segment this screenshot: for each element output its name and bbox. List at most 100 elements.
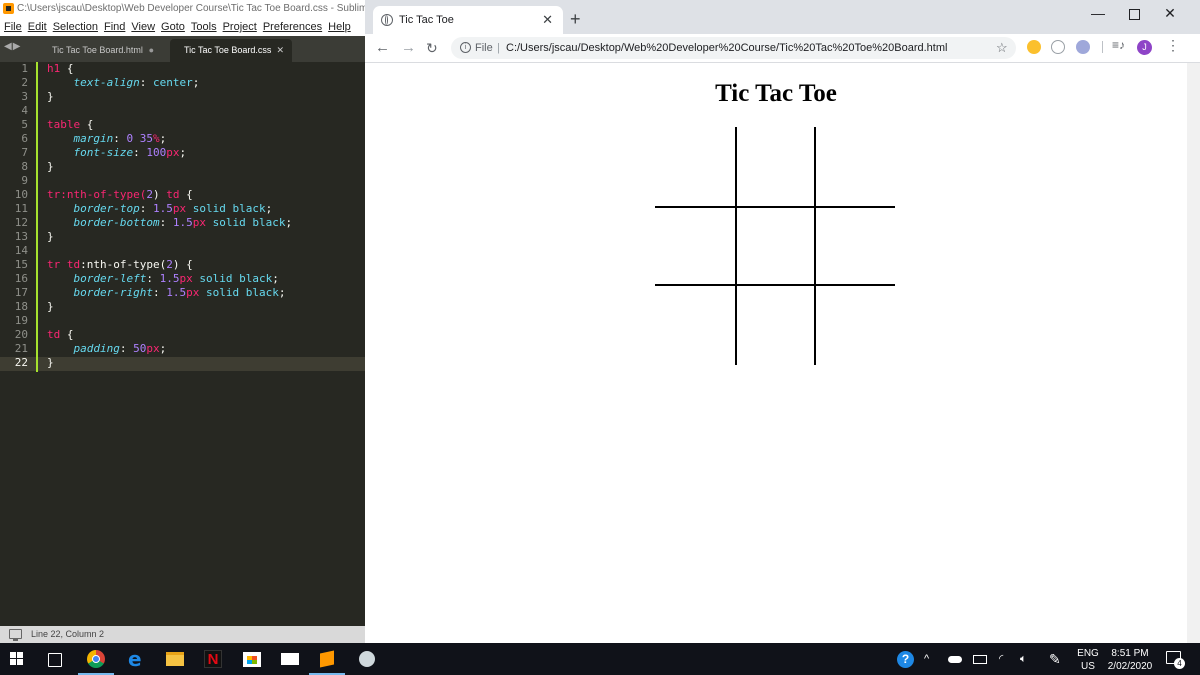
code-line: border-bottom: 1.5px solid black;: [47, 216, 293, 230]
help-icon[interactable]: ?: [897, 651, 914, 668]
code-punct: {: [60, 328, 74, 341]
code-punct: }: [47, 300, 54, 313]
line-number: 4: [21, 104, 28, 117]
menu-view[interactable]: View: [128, 18, 158, 36]
cursor-position: Line 22, Column 2: [31, 629, 105, 639]
menu-project[interactable]: Project: [220, 18, 260, 36]
unsaved-dot-icon[interactable]: ●: [149, 39, 154, 62]
microsoft-store-icon[interactable]: [243, 652, 261, 667]
tab-close-icon[interactable]: ✕: [276, 39, 284, 62]
toolbar-divider: [1102, 41, 1103, 53]
code-punct: ): [152, 188, 167, 201]
forward-arrow-icon[interactable]: →: [401, 34, 416, 62]
netflix-icon[interactable]: N: [204, 650, 222, 668]
address-bar[interactable]: i File | C:/Users/jscau/Desktop/Web%20De…: [451, 37, 1016, 59]
menu-preferences[interactable]: Preferences: [260, 18, 325, 36]
close-window-button[interactable]: ✕: [1152, 0, 1188, 26]
language-indicator[interactable]: ENG US: [1074, 647, 1102, 673]
line-number: 16: [14, 272, 28, 285]
tab-nav-arrows-icon[interactable]: ◀▶: [4, 41, 21, 52]
menu-find[interactable]: Find: [101, 18, 128, 36]
minimize-button[interactable]: —: [1080, 0, 1116, 26]
media-control-icon[interactable]: ≡♪: [1112, 38, 1125, 52]
line-number-gutter: 1 2 3 4 5 6 7 8 9 10 11 12 13 14 15 16 1…: [0, 62, 38, 622]
system-clock[interactable]: 8:51 PM 2/02/2020: [1103, 647, 1157, 673]
line-number: 15: [14, 258, 28, 271]
board-line-horizontal-top: [655, 206, 895, 208]
code-punct: ;: [179, 146, 187, 159]
chrome-menu-icon[interactable]: ⋮: [1166, 37, 1180, 54]
maximize-button[interactable]: [1116, 0, 1152, 26]
browser-tab[interactable]: Tic Tac Toe ✕: [373, 6, 563, 34]
css-number: 50: [133, 342, 147, 355]
sublime-taskbar-icon[interactable]: [320, 650, 334, 668]
start-tile: [10, 652, 16, 658]
css-selector: tr td: [47, 258, 81, 271]
css-unit: px: [192, 216, 206, 229]
task-view-icon[interactable]: [48, 653, 62, 667]
wifi-icon[interactable]: ◜: [999, 652, 1003, 666]
mail-icon[interactable]: [281, 653, 299, 665]
css-selector: table: [47, 118, 81, 131]
extension-search-icon[interactable]: [1027, 40, 1041, 54]
tray-chevron-up-icon[interactable]: ^: [924, 652, 929, 666]
address-url: C:/Users/jscau/Desktop/Web%20Developer%2…: [506, 42, 948, 54]
info-icon[interactable]: i: [460, 42, 471, 53]
address-separator: |: [497, 42, 500, 54]
line-number: 13: [14, 230, 28, 243]
volume-icon[interactable]: 🔈︎: [1020, 652, 1027, 666]
windows-start-icon[interactable]: [10, 652, 24, 666]
close-tab-icon[interactable]: ✕: [542, 6, 553, 34]
new-tab-button[interactable]: +: [570, 7, 581, 31]
pen-workspace-icon[interactable]: ✎: [1049, 652, 1061, 666]
extension-avatar-icon[interactable]: [1076, 40, 1090, 54]
chrome-tab-strip: Tic Tac Toe ✕ + — ✕: [365, 0, 1200, 34]
board-line-vertical-left: [735, 127, 737, 365]
code-punct: :: [159, 216, 173, 229]
code-punct: {: [179, 188, 193, 201]
sublime-tab-bar: ◀▶ Tic Tac Toe Board.html ● Tic Tac Toe …: [0, 36, 365, 62]
profile-avatar[interactable]: J: [1137, 40, 1152, 55]
chrome-window: Tic Tac Toe ✕ + — ✕ ← → ↻ i File | C:/Us…: [365, 0, 1200, 643]
css-property: border-left: [73, 272, 147, 285]
bookmark-star-icon[interactable]: ☆: [996, 37, 1008, 59]
line-number: 17: [14, 286, 28, 299]
menu-edit[interactable]: Edit: [25, 18, 50, 36]
onedrive-cloud-icon[interactable]: [948, 656, 962, 663]
tab-css-file[interactable]: Tic Tac Toe Board.css ✕: [170, 39, 292, 62]
chrome-taskbar-icon[interactable]: [87, 650, 105, 668]
line-number: 7: [21, 146, 28, 159]
menu-file[interactable]: File: [0, 18, 25, 36]
edge-taskbar-icon[interactable]: e: [128, 649, 146, 669]
menu-tools[interactable]: Tools: [188, 18, 220, 36]
css-property: text-align: [73, 76, 140, 89]
back-arrow-icon[interactable]: ←: [375, 34, 390, 62]
code-punct: {: [80, 118, 94, 131]
menu-help[interactable]: Help: [325, 18, 354, 36]
battery-icon[interactable]: [973, 655, 987, 664]
snipping-tool-icon[interactable]: [359, 651, 375, 667]
menu-goto[interactable]: Goto: [158, 18, 188, 36]
line-number: 5: [21, 118, 28, 131]
code-line: border-left: 1.5px solid black;: [47, 272, 279, 286]
code-line: }: [47, 356, 54, 370]
reload-icon[interactable]: ↻: [426, 34, 438, 62]
tab-html-file[interactable]: Tic Tac Toe Board.html ●: [38, 39, 166, 62]
code-punct: {: [60, 62, 74, 75]
panel-toggle-icon[interactable]: [9, 629, 22, 641]
start-tile: [10, 659, 16, 665]
extension-circle-icon[interactable]: [1051, 40, 1065, 54]
css-value: solid black: [199, 286, 279, 299]
line-number: 1: [21, 62, 28, 75]
menu-selection[interactable]: Selection: [50, 18, 101, 36]
code-punct: }: [47, 356, 54, 369]
sublime-title-bar: C:\Users\jscau\Desktop\Web Developer Cou…: [0, 0, 365, 18]
start-tile: [17, 659, 23, 665]
code-punct: ;: [265, 202, 273, 215]
file-explorer-icon[interactable]: [166, 652, 184, 666]
code-editor[interactable]: h1 { text-align: center; } table { margi…: [47, 62, 363, 622]
globe-icon: [381, 14, 393, 26]
region-code: US: [1081, 661, 1095, 672]
page-scrollbar[interactable]: [1187, 63, 1200, 643]
css-value: center: [152, 76, 193, 89]
